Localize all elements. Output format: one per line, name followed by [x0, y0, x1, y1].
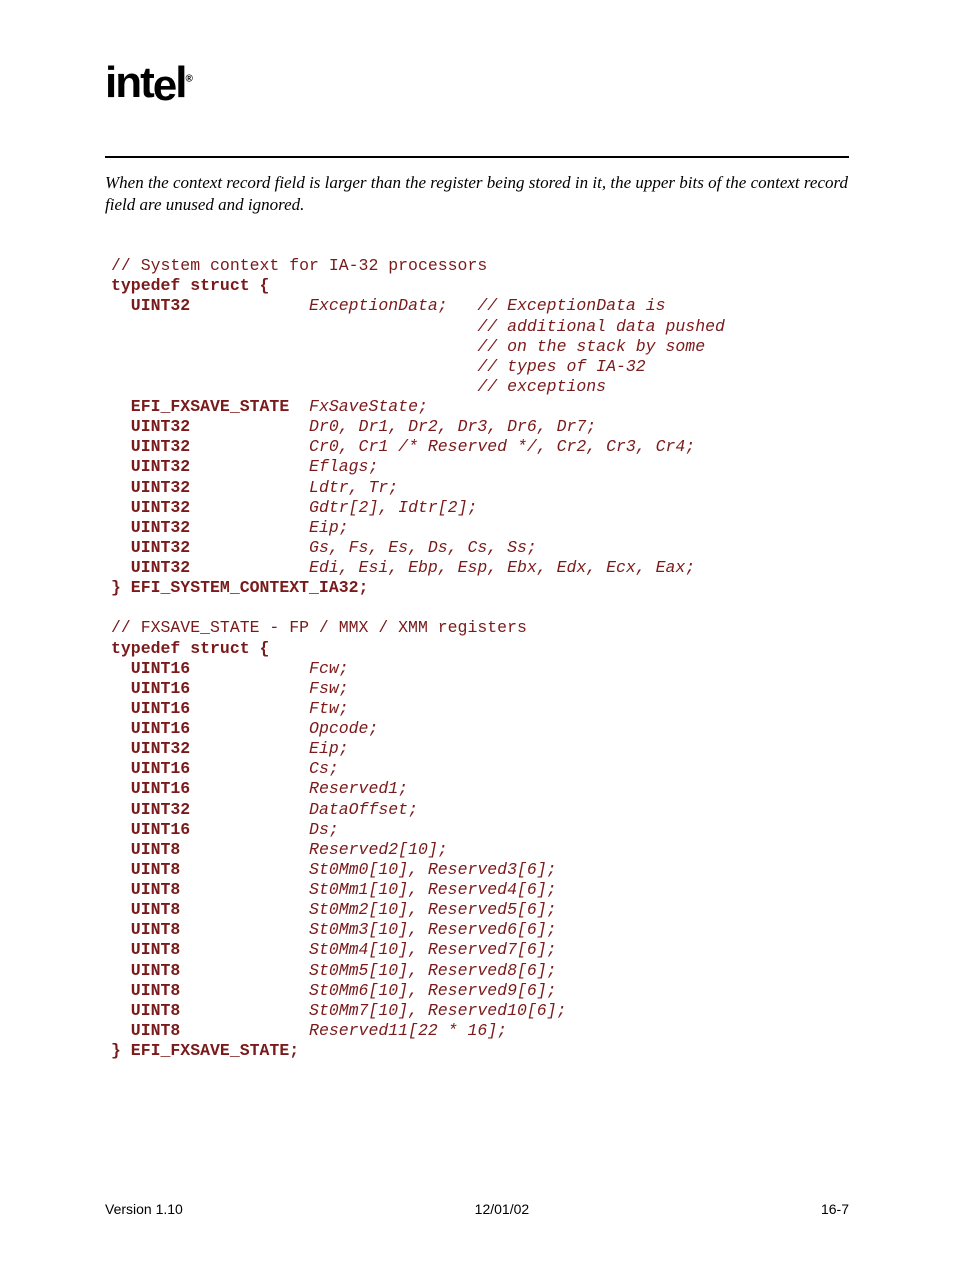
intro-paragraph: When the context record field is larger …	[105, 172, 849, 216]
intel-logo: intel®	[105, 58, 849, 108]
footer-date: 12/01/02	[475, 1201, 530, 1217]
document-page: intel® When the context record field is …	[0, 0, 954, 1277]
divider	[105, 156, 849, 158]
footer-page: 16-7	[821, 1201, 849, 1217]
code-listing: // System context for IA-32 processorsty…	[111, 256, 849, 1061]
page-footer: Version 1.10 12/01/02 16-7	[105, 1201, 849, 1217]
footer-version: Version 1.10	[105, 1201, 183, 1217]
